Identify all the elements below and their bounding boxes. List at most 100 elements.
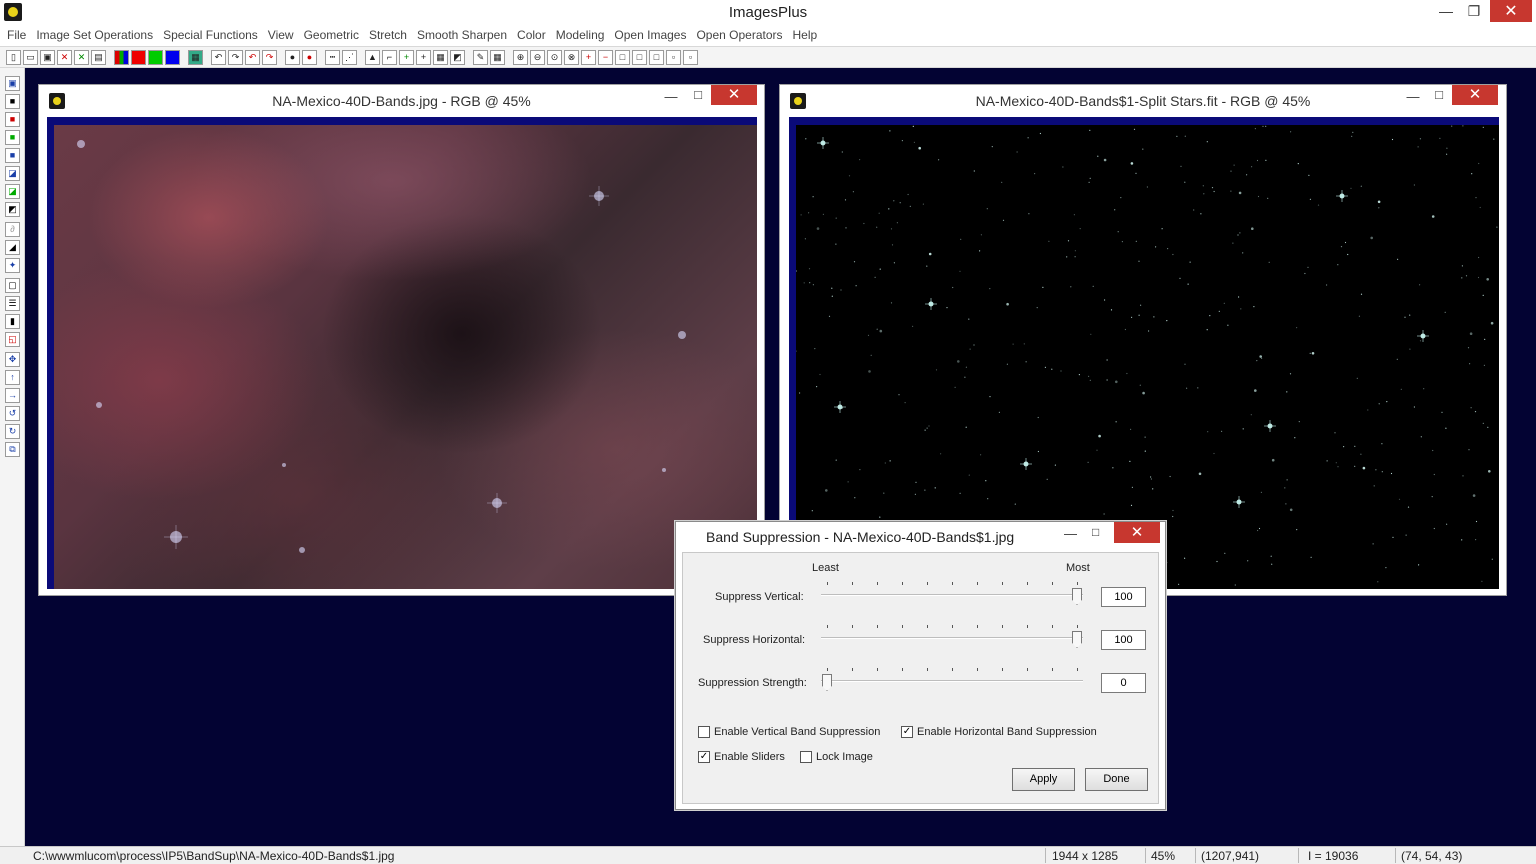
black-point-icon[interactable]: ■ [5, 94, 20, 109]
maximize-icon[interactable]: □ [1427, 87, 1451, 107]
close-icon[interactable]: ✕ [1114, 522, 1160, 543]
mask-icon[interactable]: ● [285, 49, 300, 65]
band-suppression-dialog[interactable]: Band Suppression - NA-Mexico-40D-Bands$1… [675, 521, 1166, 810]
zoom-out-icon[interactable]: ⊖ [530, 49, 545, 65]
red-channel-icon[interactable] [131, 49, 146, 65]
open-file-icon[interactable]: ▭ [23, 49, 38, 65]
link-icon[interactable]: ∂ [5, 222, 20, 237]
undo-icon[interactable]: ↶ [211, 49, 226, 65]
window-5-icon[interactable]: ▫ [683, 49, 698, 65]
table-icon[interactable]: ▦ [490, 49, 505, 65]
arrow-up-icon[interactable]: ↑ [5, 370, 20, 385]
window-3-icon[interactable]: □ [649, 49, 664, 65]
rotate-right-icon[interactable]: ↻ [5, 424, 20, 439]
suppression-strength-slider[interactable] [821, 668, 1083, 692]
suppress-vertical-value[interactable]: 100 [1101, 587, 1146, 607]
new-file-icon[interactable]: ▯ [6, 49, 21, 65]
slider-thumb[interactable] [1072, 631, 1082, 648]
rotate-left-icon[interactable]: ↺ [5, 406, 20, 421]
image-window-left[interactable]: NA-Mexico-40D-Bands.jpg - RGB @ 45% — □ … [38, 84, 765, 596]
window-4-icon[interactable]: ▫ [666, 49, 681, 65]
slider-thumb[interactable] [822, 674, 832, 691]
red-tool-icon[interactable]: ■ [5, 112, 20, 127]
image-window-right[interactable]: NA-Mexico-40D-Bands$1-Split Stars.fit - … [779, 84, 1507, 596]
save-icon[interactable]: ▣ [5, 76, 20, 91]
menu-view[interactable]: View [263, 28, 299, 42]
image-canvas[interactable] [54, 125, 757, 589]
suppression-strength-value[interactable]: 0 [1101, 673, 1146, 693]
slider-thumb[interactable] [1072, 588, 1082, 605]
brush-tool-icon[interactable]: ▮ [5, 314, 20, 329]
menu-stretch[interactable]: Stretch [364, 28, 412, 42]
rgb-channels-icon[interactable] [114, 49, 129, 65]
window-1-icon[interactable]: □ [615, 49, 630, 65]
remove-window-icon[interactable]: − [598, 49, 613, 65]
layers-icon[interactable]: ◪ [5, 166, 20, 181]
menu-file[interactable]: File [2, 28, 31, 42]
suppress-horizontal-value[interactable]: 100 [1101, 630, 1146, 650]
copy-icon[interactable]: ⧉ [5, 442, 20, 457]
star-tool-icon[interactable]: ✦ [5, 258, 20, 273]
add-window-icon[interactable]: + [581, 49, 596, 65]
zoom-actual-icon[interactable]: ⊗ [564, 49, 579, 65]
minimize-icon[interactable]: — [1401, 89, 1425, 109]
close-icon[interactable]: ✕ [711, 85, 757, 105]
done-button[interactable]: Done [1085, 768, 1148, 791]
zoom-fit-icon[interactable]: ⊙ [547, 49, 562, 65]
apply-button[interactable]: Apply [1012, 768, 1075, 791]
pencil-icon[interactable]: ✎ [473, 49, 488, 65]
blue-channel-icon[interactable] [165, 49, 180, 65]
zoom-in-icon[interactable]: ⊕ [513, 49, 528, 65]
menu-open-operators[interactable]: Open Operators [691, 28, 787, 42]
frame-tool-icon[interactable]: ▢ [5, 278, 20, 293]
enable-vertical-checkbox[interactable] [698, 726, 710, 738]
menu-modeling[interactable]: Modeling [551, 28, 610, 42]
redo-all-icon[interactable]: ↷ [262, 49, 277, 65]
dotted-line-icon[interactable]: ┅ [325, 49, 340, 65]
green-tool-icon[interactable]: ■ [5, 130, 20, 145]
gradient-icon[interactable]: ◢ [5, 240, 20, 255]
blue-tool-icon[interactable]: ■ [5, 148, 20, 163]
enable-sliders-checkbox[interactable]: ✓ [698, 751, 710, 763]
lock-image-checkbox[interactable] [800, 751, 812, 763]
maximize-icon[interactable]: □ [1092, 525, 1108, 539]
close-image-icon[interactable]: ✕ [57, 49, 72, 65]
image-canvas[interactable] [796, 125, 1499, 589]
close-icon[interactable]: ✕ [1490, 0, 1532, 22]
close-icon[interactable]: ✕ [1452, 85, 1498, 105]
undo-all-icon[interactable]: ↶ [245, 49, 260, 65]
crosshair-icon[interactable]: + [416, 49, 431, 65]
enable-horizontal-checkbox[interactable]: ✓ [901, 726, 913, 738]
menu-color[interactable]: Color [512, 28, 551, 42]
histogram-icon[interactable]: ▦ [188, 49, 203, 65]
plot-icon[interactable]: ⋰ [342, 49, 357, 65]
menu-image-set-operations[interactable]: Image Set Operations [31, 28, 158, 42]
window-title-bar[interactable]: NA-Mexico-40D-Bands.jpg - RGB @ 45% — □ … [39, 85, 764, 115]
crosshair-green-icon[interactable]: + [399, 49, 414, 65]
window-2-icon[interactable]: □ [632, 49, 647, 65]
suppress-horizontal-slider[interactable] [821, 625, 1083, 649]
suppress-vertical-slider[interactable] [821, 582, 1083, 606]
menu-help[interactable]: Help [788, 28, 823, 42]
green-layer-icon[interactable]: ◪ [5, 184, 20, 199]
close-all-icon[interactable]: ✕ [74, 49, 89, 65]
green-channel-icon[interactable] [148, 49, 163, 65]
list-tool-icon[interactable]: ☰ [5, 296, 20, 311]
mask-red-icon[interactable]: ● [302, 49, 317, 65]
peak-icon[interactable]: ▲ [365, 49, 380, 65]
menu-special-functions[interactable]: Special Functions [158, 28, 263, 42]
maximize-icon[interactable]: □ [686, 87, 710, 107]
restore-icon[interactable]: ❐ [1458, 0, 1490, 22]
menu-smooth-sharpen[interactable]: Smooth Sharpen [412, 28, 512, 42]
save-icon[interactable]: ▣ [40, 49, 55, 65]
menu-open-images[interactable]: Open Images [609, 28, 691, 42]
redo-icon[interactable]: ↷ [228, 49, 243, 65]
arrow-right-icon[interactable]: → [5, 388, 20, 403]
invert-icon[interactable]: ◩ [5, 202, 20, 217]
image-adjust-icon[interactable]: ◩ [450, 49, 465, 65]
minimize-icon[interactable]: — [1064, 526, 1080, 541]
print-icon[interactable]: ▤ [91, 49, 106, 65]
window-title-bar[interactable]: NA-Mexico-40D-Bands$1-Split Stars.fit - … [780, 85, 1506, 115]
crop-tool-icon[interactable]: ◱ [5, 332, 20, 347]
menu-geometric[interactable]: Geometric [299, 28, 364, 42]
